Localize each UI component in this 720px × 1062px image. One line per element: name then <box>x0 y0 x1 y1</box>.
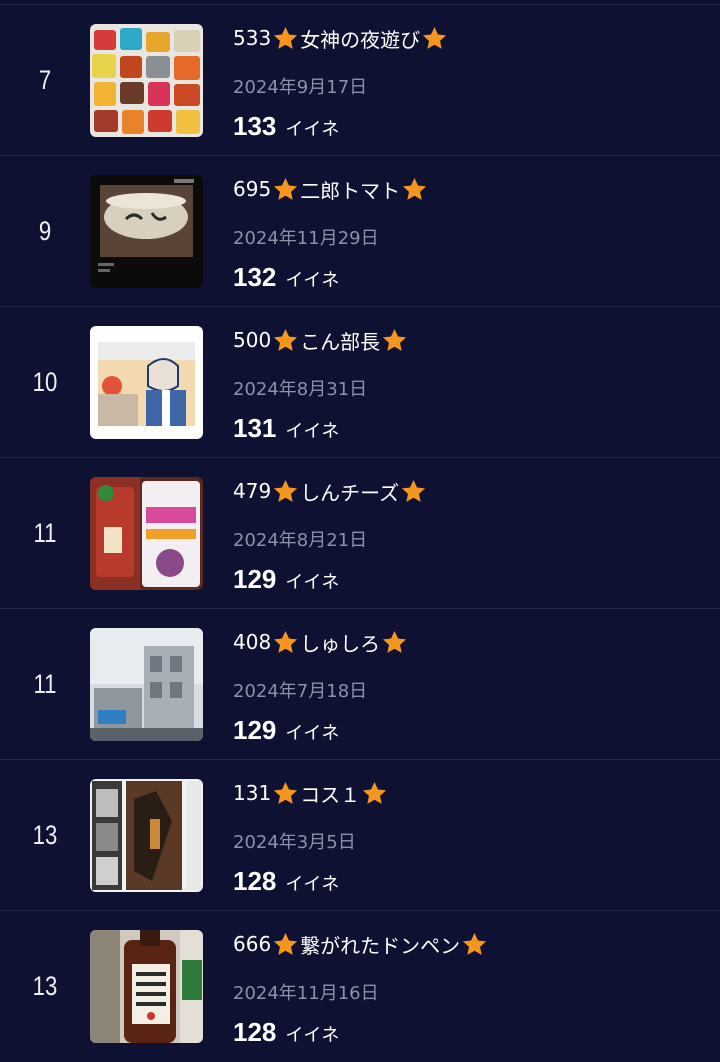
ranking-row[interactable]: 7 533 女神の夜遊び 2024年9月17日 133 イイネ <box>0 5 720 156</box>
star-icon <box>383 328 407 351</box>
like-unit-label: イイネ <box>285 421 340 442</box>
star-icon <box>274 781 298 804</box>
star-icon <box>363 781 387 804</box>
item-number: 695 <box>233 177 272 201</box>
thumbnail-image[interactable] <box>90 930 203 1043</box>
item-number: 500 <box>233 328 272 352</box>
item-number: 408 <box>233 630 272 654</box>
item-number: 131 <box>233 781 272 805</box>
like-count: 128 イイネ <box>233 866 339 897</box>
thumbnail-image[interactable] <box>90 24 203 137</box>
ranking-row[interactable]: 13 666 繋がれたドンペン 2024年11月16日 128 イイネ <box>0 911 720 1062</box>
star-icon <box>274 479 298 502</box>
post-date: 2024年7月18日 <box>233 681 368 702</box>
ranking-row[interactable]: 11 408 しゅしろ 2024年7月18日 129 イイネ <box>0 609 720 760</box>
star-icon <box>423 26 447 49</box>
item-title[interactable]: 131 コス１ <box>233 776 389 810</box>
like-count: 128 イイネ <box>233 1017 339 1048</box>
item-number: 479 <box>233 479 272 503</box>
post-date: 2024年11月29日 <box>233 228 379 249</box>
rank-number: 13 <box>32 971 58 1001</box>
rank-number: 11 <box>33 669 57 699</box>
like-unit-label: イイネ <box>285 874 340 895</box>
item-name: しゅしろ <box>300 631 381 656</box>
item-name: しんチーズ <box>300 480 400 505</box>
like-count-value: 133 <box>233 111 277 141</box>
like-count-value: 131 <box>233 413 277 443</box>
item-number: 666 <box>233 932 272 956</box>
star-icon <box>274 328 298 351</box>
like-count: 129 イイネ <box>233 564 339 595</box>
item-name: 二郎トマト <box>300 178 401 203</box>
like-count-value: 128 <box>233 1017 277 1047</box>
post-date: 2024年8月31日 <box>233 379 368 400</box>
like-count-value: 129 <box>233 564 277 594</box>
item-title[interactable]: 695 二郎トマト <box>233 172 429 206</box>
post-date: 2024年11月16日 <box>233 983 379 1004</box>
star-icon <box>403 177 427 200</box>
post-date: 2024年3月5日 <box>233 832 356 853</box>
ranking-list: 7 533 女神の夜遊び 2024年9月17日 133 イイネ 9 695 二郎… <box>0 0 720 1050</box>
like-unit-label: イイネ <box>285 1025 340 1046</box>
like-count-value: 128 <box>233 866 277 896</box>
post-date: 2024年9月17日 <box>233 77 368 98</box>
item-name: コス１ <box>300 782 361 807</box>
item-number: 533 <box>233 26 272 50</box>
item-title[interactable]: 479 しんチーズ <box>233 474 428 508</box>
item-name: 女神の夜遊び <box>300 27 421 52</box>
post-date: 2024年8月21日 <box>233 530 368 551</box>
item-name: 繋がれたドンペン <box>300 933 461 958</box>
like-unit-label: イイネ <box>285 270 340 291</box>
item-title[interactable]: 533 女神の夜遊び <box>233 21 449 55</box>
thumbnail-image[interactable] <box>90 628 203 741</box>
item-title[interactable]: 408 しゅしろ <box>233 625 409 659</box>
like-unit-label: イイネ <box>285 119 340 140</box>
rank-number: 7 <box>38 65 52 95</box>
item-title[interactable]: 500 こん部長 <box>233 323 409 357</box>
star-icon <box>274 630 298 653</box>
rank-number: 9 <box>38 216 52 246</box>
ranking-row[interactable]: 11 479 しんチーズ 2024年8月21日 129 イイネ <box>0 458 720 609</box>
like-count-value: 129 <box>233 715 277 745</box>
like-count: 131 イイネ <box>233 413 339 444</box>
item-name: こん部長 <box>300 329 381 354</box>
thumbnail-image[interactable] <box>90 175 203 288</box>
star-icon <box>274 932 298 955</box>
ranking-row[interactable]: 10 500 こん部長 2024年8月31日 131 イイネ <box>0 307 720 458</box>
star-icon <box>383 630 407 653</box>
star-icon <box>463 932 487 955</box>
star-icon <box>274 177 298 200</box>
thumbnail-image[interactable] <box>90 477 203 590</box>
ranking-row[interactable]: 9 695 二郎トマト 2024年11月29日 132 イイネ <box>0 156 720 307</box>
like-count-value: 132 <box>233 262 277 292</box>
thumbnail-image[interactable] <box>90 326 203 439</box>
ranking-row[interactable]: 13 131 コス１ 2024年3月5日 128 イイネ <box>0 760 720 911</box>
rank-number: 10 <box>32 367 58 397</box>
thumbnail-image[interactable] <box>90 779 203 892</box>
like-unit-label: イイネ <box>285 572 340 593</box>
item-title[interactable]: 666 繋がれたドンペン <box>233 927 489 961</box>
rank-number: 13 <box>32 820 58 850</box>
like-unit-label: イイネ <box>285 723 340 744</box>
star-icon <box>402 479 426 502</box>
like-count: 133 イイネ <box>233 111 339 142</box>
like-count: 132 イイネ <box>233 262 339 293</box>
rank-number: 11 <box>33 518 57 548</box>
like-count: 129 イイネ <box>233 715 339 746</box>
star-icon <box>274 26 298 49</box>
